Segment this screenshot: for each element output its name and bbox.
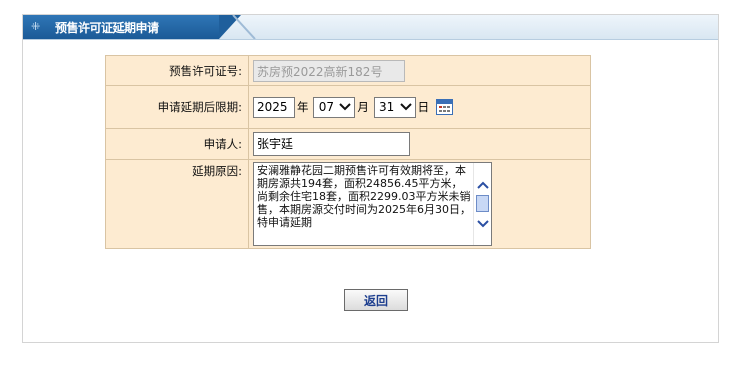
grid-dots-icon: ⁜ [31,20,41,33]
back-button[interactable]: 返回 [344,289,408,311]
month-value: 07 [318,100,334,114]
permit-number-field: 苏房预2022高新182号 [253,59,405,82]
page-title: 预售许可证延期申请 [55,21,159,35]
textarea-scrollbar[interactable] [473,163,491,245]
month-select[interactable]: 07 [313,96,356,118]
row-extension-deadline: 申请延期后限期: 2025 年 07 月 31 日 [105,85,591,129]
scroll-up-icon[interactable] [474,176,491,193]
application-form: 预售许可证号: 苏房预2022高新182号 申请延期后限期: 2025 年 07 … [105,55,591,249]
scroll-thumb[interactable] [476,195,489,212]
back-button-label: 返回 [363,293,388,308]
year-unit: 年 [297,100,309,114]
applicant-input[interactable]: 张宇廷 [253,132,410,156]
applicant-label: 申请人: [105,128,249,160]
permit-number-label: 预售许可证号: [105,55,249,86]
scroll-down-icon[interactable] [474,215,491,232]
calendar-icon[interactable] [435,99,453,115]
day-unit: 日 [417,100,430,114]
reason-label: 延期原因: [105,159,249,249]
row-reason: 延期原因: 安澜雅静花园二期预售许可有效期将至，本期房源共194套，面积2485… [105,159,591,249]
year-input[interactable]: 2025 [253,96,295,118]
title-bar: ⁜ 预售许可证延期申请 [23,15,718,40]
reason-text: 安澜雅静花园二期预售许可有效期将至，本期房源共194套，面积24856.45平方… [257,164,471,229]
day-select[interactable]: 31 [373,96,416,118]
header-tab: ⁜ 预售许可证延期申请 [23,15,241,39]
header-divider [229,15,259,39]
reason-textarea[interactable]: 安澜雅静花园二期预售许可有效期将至，本期房源共194套，面积24856.45平方… [253,162,492,246]
row-permit-number: 预售许可证号: 苏房预2022高新182号 [105,55,591,86]
row-applicant: 申请人: 张宇廷 [105,128,591,160]
extension-deadline-label: 申请延期后限期: [105,85,249,129]
chevron-down-icon [338,100,352,114]
month-unit: 月 [357,100,369,114]
chevron-down-icon [399,100,413,114]
day-value: 31 [379,100,395,114]
